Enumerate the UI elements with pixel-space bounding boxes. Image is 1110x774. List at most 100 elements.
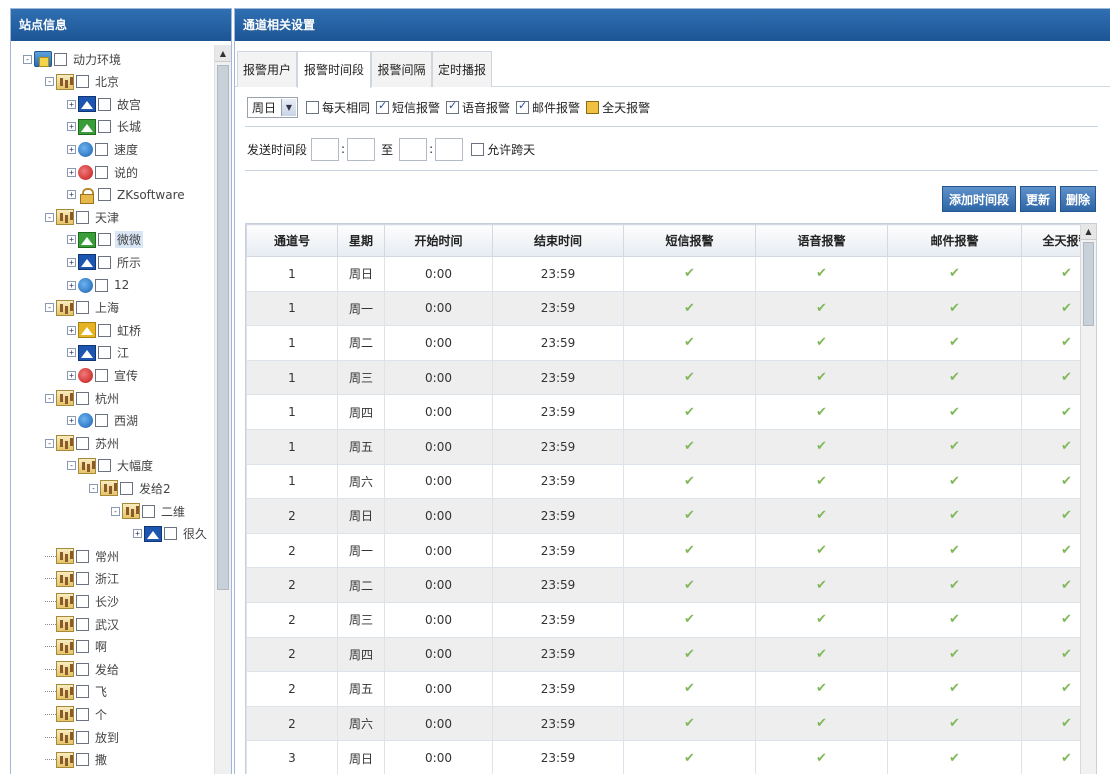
tree-node-checkbox[interactable] (98, 323, 111, 337)
tree-node-checkbox[interactable] (76, 301, 89, 315)
tree-node-checkbox[interactable] (98, 459, 111, 473)
collapse-icon[interactable]: - (67, 461, 76, 471)
tree-node-label[interactable]: 虹桥 (115, 322, 143, 339)
tree-node[interactable]: + 说的 (67, 161, 140, 183)
tree-node[interactable]: 啊 (45, 636, 109, 658)
tree-node[interactable]: 撒 (45, 749, 109, 771)
tree-node-checkbox[interactable] (95, 165, 108, 179)
scroll-up-icon[interactable]: ▲ (215, 45, 231, 62)
table-row[interactable]: 2 周日 0:00 23:59 ✔ ✔ ✔ ✔ (246, 498, 1096, 534)
collapse-icon[interactable]: - (111, 506, 120, 516)
chevron-down-icon[interactable]: ▼ (281, 98, 296, 116)
tree-node[interactable]: - 动力环境 (23, 48, 123, 70)
collapse-icon[interactable]: - (45, 77, 54, 87)
tree-node-checkbox[interactable] (76, 436, 89, 450)
tree-node-label[interactable]: 啊 (93, 638, 109, 655)
tree-node-checkbox[interactable] (120, 481, 133, 495)
tree-node-label[interactable]: 杭州 (93, 390, 121, 407)
table-row[interactable]: 1 周四 0:00 23:59 ✔ ✔ ✔ ✔ (246, 394, 1096, 430)
tree-node[interactable]: + 宣传 (67, 364, 140, 386)
tree-node[interactable]: - 发给2 (89, 477, 173, 499)
tree-node-label[interactable]: 上海 (93, 299, 121, 316)
tree-node-checkbox[interactable] (76, 685, 89, 699)
tree-node-checkbox[interactable] (98, 188, 111, 202)
expand-icon[interactable]: + (67, 370, 76, 380)
same-every-day-checkbox[interactable] (306, 100, 319, 114)
col-header-end[interactable]: 结束时间 (492, 224, 624, 257)
expand-icon[interactable]: + (67, 122, 76, 132)
tree-node-label[interactable]: ZKsoftware (115, 188, 187, 202)
table-row[interactable]: 1 周一 0:00 23:59 ✔ ✔ ✔ ✔ (246, 290, 1096, 327)
collapse-icon[interactable]: - (45, 212, 54, 222)
tree-node-label[interactable]: 撒 (93, 751, 109, 768)
tree-node[interactable]: + 虹桥 (67, 319, 143, 341)
tree-node-label[interactable]: 西湖 (112, 412, 140, 429)
tree-node[interactable]: - 苏州 (45, 432, 121, 454)
tree-node-label[interactable]: 大幅度 (115, 457, 155, 474)
tree-node[interactable]: 飞 (45, 681, 109, 703)
tree-node-label[interactable]: 浙江 (93, 570, 121, 587)
table-row[interactable]: 1 周六 0:00 23:59 ✔ ✔ ✔ ✔ (246, 463, 1096, 500)
tree-node-checkbox[interactable] (76, 549, 89, 563)
tree-node[interactable]: - 大幅度 (67, 455, 155, 477)
expand-icon[interactable]: + (67, 235, 76, 245)
table-row[interactable]: 2 周六 0:00 23:59 ✔ ✔ ✔ ✔ (246, 705, 1096, 742)
tree-node[interactable]: - 杭州 (45, 387, 121, 409)
tab-alarm-period[interactable]: 报警时间段 (297, 51, 371, 88)
tree-node-label[interactable]: 发给 (93, 661, 121, 678)
tree-node-checkbox[interactable] (76, 707, 89, 721)
expand-icon[interactable]: + (67, 190, 76, 200)
col-header-channel[interactable]: 通道号 (246, 224, 338, 257)
tree-node[interactable]: + ZKsoftware (67, 184, 187, 206)
expand-icon[interactable]: + (67, 144, 76, 154)
tree-node-label[interactable]: 北京 (93, 73, 121, 90)
col-header-voice[interactable]: 语音报警 (755, 224, 888, 257)
start-minute-input[interactable] (347, 137, 376, 161)
tree-node[interactable]: 发给 (45, 658, 121, 680)
tree-node-label[interactable]: 长城 (115, 118, 143, 135)
tree-node-checkbox[interactable] (98, 233, 111, 247)
table-row[interactable]: 1 周二 0:00 23:59 ✔ ✔ ✔ ✔ (246, 325, 1096, 361)
tree-node-checkbox[interactable] (76, 640, 89, 654)
tree-node[interactable]: - 上海 (45, 297, 121, 319)
table-row[interactable]: 2 周三 0:00 23:59 ✔ ✔ ✔ ✔ (246, 601, 1096, 638)
expand-icon[interactable]: + (133, 529, 142, 539)
email-alarm-checkbox[interactable] (516, 99, 530, 114)
tree-node-label[interactable]: 飞 (93, 683, 109, 700)
tree-node-checkbox[interactable] (54, 52, 67, 66)
tree-node[interactable]: 个 (45, 703, 109, 725)
tree-node-label[interactable]: 常州 (93, 548, 121, 565)
tree-node-checkbox[interactable] (98, 346, 111, 360)
tree-node[interactable]: 武汉 (45, 613, 121, 635)
expand-icon[interactable]: + (67, 99, 76, 109)
tree-node-checkbox[interactable] (98, 97, 111, 111)
table-scrollbar[interactable]: ▲ (1080, 224, 1096, 774)
tree-node[interactable]: + 很久 (133, 523, 209, 545)
tree-node-label[interactable]: 故宫 (115, 96, 143, 113)
expand-icon[interactable]: + (67, 167, 76, 177)
tree-node-checkbox[interactable] (76, 391, 89, 405)
tree-node-checkbox[interactable] (142, 504, 155, 518)
tree-scrollbar[interactable]: ▲ (214, 45, 231, 774)
table-row[interactable]: 1 周日 0:00 23:59 ✔ ✔ ✔ ✔ (246, 256, 1096, 292)
tree-node-label[interactable]: 微微 (115, 231, 144, 249)
tree-node-checkbox[interactable] (164, 527, 177, 541)
tree-node[interactable]: + 故宫 (67, 93, 143, 115)
tree-node[interactable]: + 西湖 (67, 410, 140, 432)
table-row[interactable]: 2 周四 0:00 23:59 ✔ ✔ ✔ ✔ (246, 636, 1096, 673)
tree-node-label[interactable]: 宣传 (112, 367, 140, 384)
tree-node-checkbox[interactable] (95, 414, 108, 428)
tree-node-label[interactable]: 天津 (93, 209, 121, 226)
voice-alarm-checkbox[interactable] (446, 99, 460, 114)
tree-node-label[interactable]: 武汉 (93, 616, 121, 633)
tree-node[interactable]: + 长城 (67, 116, 143, 138)
start-hour-input[interactable] (311, 137, 340, 161)
expand-icon[interactable]: + (67, 348, 76, 358)
tree-node[interactable]: - 二维 (111, 500, 187, 522)
tab-scheduled-broadcast[interactable]: 定时播报 (432, 51, 492, 87)
end-minute-input[interactable] (435, 137, 464, 161)
col-header-sms[interactable]: 短信报警 (623, 224, 756, 257)
col-header-weekday[interactable]: 星期 (337, 224, 385, 257)
tree-node-label[interactable]: 发给2 (137, 480, 173, 497)
tree-node-label[interactable]: 长沙 (93, 593, 121, 610)
